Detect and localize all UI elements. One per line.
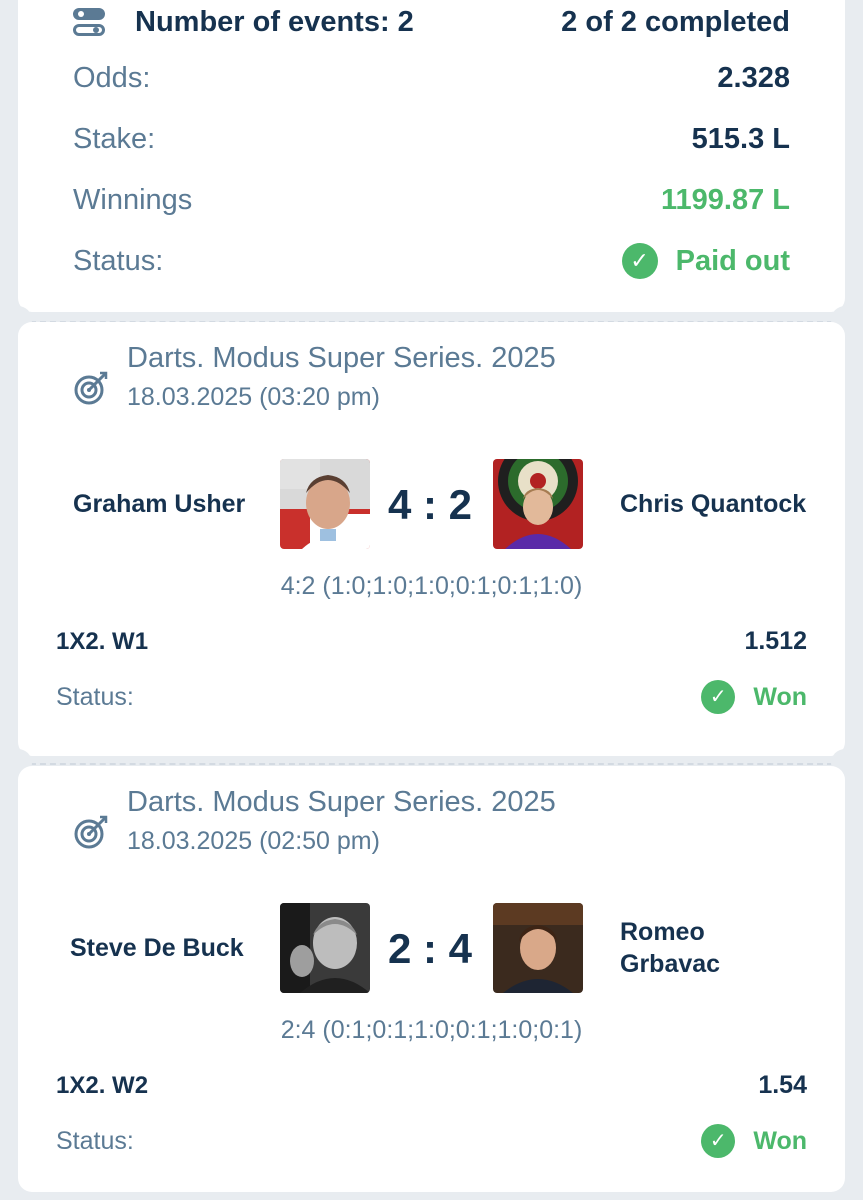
tournament-name: Darts. Modus Super Series. 2025	[127, 342, 556, 374]
check-circle-icon: ✓	[701, 1124, 736, 1158]
event-status-row: Status: ✓ Won	[56, 680, 807, 714]
set-scores: 4:2 (1:0;1:0;1:0;0:1;0:1;1:0)	[280, 572, 583, 600]
stake-row: Stake: 515.3 L	[73, 123, 790, 156]
set-scores: 2:4 (0:1;0:1;1:0;0:1;1:0;0:1)	[280, 1016, 583, 1044]
home-team: Graham Usher	[73, 490, 246, 518]
away-team: Chris Quantock	[620, 490, 807, 518]
odds-row: Odds: 2.328	[73, 62, 790, 95]
event-status-row: Status: ✓ Won	[56, 1124, 807, 1158]
match-score: 2 : 4	[387, 925, 473, 972]
winnings-row: Winnings 1199.87 L	[73, 184, 790, 217]
away-team: Romeo Grbavac	[620, 918, 721, 978]
odds-value: 2.328	[717, 62, 790, 94]
toggle-list-icon	[73, 7, 105, 37]
event-datetime: 18.03.2025 (03:20 pm)	[127, 383, 380, 411]
event-status-value: Won	[753, 682, 807, 711]
status-label: Status:	[73, 244, 164, 277]
status-row: Status: ✓ Paid out	[73, 243, 790, 279]
home-player-avatar	[280, 903, 370, 993]
dartboard-icon	[74, 815, 108, 849]
summary-header: Number of events: 2 2 of 2 completed	[73, 2, 790, 42]
bet-odds: 1.54	[758, 1071, 807, 1099]
status-value: Paid out	[675, 244, 790, 277]
dartboard-icon	[74, 371, 108, 405]
event-status-label: Status:	[56, 1126, 134, 1155]
event-datetime: 18.03.2025 (02:50 pm)	[127, 827, 380, 855]
match-score: 4 : 2	[387, 481, 473, 528]
check-circle-icon: ✓	[621, 243, 658, 279]
completed-count: 2 of 2 completed	[561, 5, 790, 38]
tournament-name: Darts. Modus Super Series. 2025	[127, 786, 556, 818]
bet-row: 1X2. W2 1.54	[56, 1071, 807, 1100]
bet-summary-card: Number of events: 2 2 of 2 completed Odd…	[18, 0, 845, 312]
away-player-avatar	[493, 903, 583, 993]
winnings-value: 1199.87 L	[661, 184, 790, 216]
home-team: Steve De Buck	[70, 934, 244, 962]
stake-value: 515.3 L	[691, 123, 790, 155]
match-row: Graham Usher 4 : 2 Chris Quantock	[18, 459, 845, 549]
event-status-label: Status:	[56, 682, 134, 711]
event-card[interactable]: Darts. Modus Super Series. 2025 18.03.20…	[18, 322, 845, 756]
stake-label: Stake:	[73, 123, 156, 155]
bet-market: 1X2. W2	[56, 1071, 149, 1099]
home-player-avatar	[280, 459, 370, 549]
winnings-label: Winnings	[73, 184, 193, 216]
event-status-value: Won	[753, 1126, 807, 1155]
bet-market: 1X2. W1	[56, 627, 149, 655]
odds-label: Odds:	[73, 62, 151, 94]
match-row: Steve De Buck 2 : 4 Romeo Grbavac	[18, 903, 845, 993]
away-player-avatar	[493, 459, 583, 549]
events-count: Number of events: 2	[135, 5, 414, 38]
event-card[interactable]: Darts. Modus Super Series. 2025 18.03.20…	[18, 766, 845, 1192]
check-circle-icon: ✓	[701, 680, 736, 714]
bet-row: 1X2. W1 1.512	[56, 627, 807, 656]
perforation-divider	[30, 763, 833, 765]
bet-details-screen: Number of events: 2 2 of 2 completed Odd…	[0, 0, 863, 1200]
bet-odds: 1.512	[744, 627, 807, 655]
